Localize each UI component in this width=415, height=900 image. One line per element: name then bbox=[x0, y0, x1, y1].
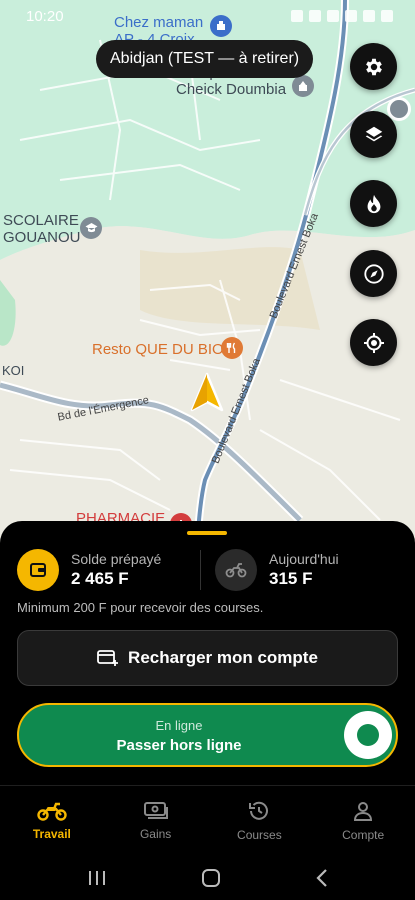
sheet-drag-handle[interactable] bbox=[187, 531, 227, 535]
notification-icon bbox=[291, 10, 303, 22]
place-label-school: SCOLAIRE GOUANOU bbox=[3, 212, 81, 246]
restaurant-pin-icon bbox=[221, 337, 243, 359]
today-earnings-stat[interactable]: Aujourd'hui 315 F bbox=[214, 548, 398, 592]
balance-label: Solde prépayé bbox=[71, 551, 162, 567]
system-nav-bar bbox=[0, 855, 415, 900]
gear-icon bbox=[365, 58, 382, 75]
recent-apps-icon[interactable] bbox=[87, 869, 107, 887]
stats-divider bbox=[200, 550, 201, 590]
wallet-badge bbox=[17, 549, 59, 591]
driver-location-arrow-icon bbox=[190, 372, 224, 412]
stats-row: Solde prépayé 2 465 F Aujourd'hui 315 F bbox=[17, 548, 398, 592]
compass-button[interactable] bbox=[350, 250, 397, 297]
layers-icon bbox=[365, 126, 382, 141]
motorbike-badge bbox=[214, 549, 257, 591]
tab-travail[interactable]: Travail bbox=[0, 792, 104, 850]
settings-button[interactable] bbox=[350, 43, 397, 90]
tab-courses[interactable]: Courses bbox=[208, 792, 312, 850]
tab-label-gains: Gains bbox=[139, 827, 172, 841]
place-label-resto: Resto QUE DU BIO bbox=[92, 341, 224, 358]
alarm-icon bbox=[309, 10, 321, 22]
today-value: 315 F bbox=[268, 569, 313, 588]
bottom-tab-bar: Travail Gains Courses Compte bbox=[0, 792, 415, 850]
home-icon[interactable] bbox=[200, 867, 222, 889]
motorbike-icon bbox=[225, 563, 247, 578]
back-icon[interactable] bbox=[315, 868, 329, 888]
recenter-button[interactable] bbox=[350, 319, 397, 366]
mute-icon bbox=[327, 10, 339, 22]
signal-icon bbox=[363, 10, 375, 22]
map-layers-button[interactable] bbox=[350, 111, 397, 158]
cash-icon bbox=[143, 802, 168, 819]
today-label: Aujourd'hui bbox=[268, 551, 339, 567]
toggle-knob[interactable] bbox=[344, 711, 392, 759]
online-status-text: En ligne bbox=[155, 718, 203, 733]
tabbar-divider bbox=[0, 785, 415, 786]
status-icons bbox=[291, 10, 393, 22]
flame-icon bbox=[367, 194, 380, 213]
status-bar: 10:20 bbox=[0, 0, 415, 32]
tab-label-courses: Courses bbox=[237, 828, 282, 842]
online-status-toggle[interactable]: En ligne Passer hors ligne bbox=[17, 703, 398, 767]
wallet-icon bbox=[30, 563, 46, 577]
driver-bottom-sheet: Solde prépayé 2 465 F Aujourd'hui 315 F … bbox=[0, 521, 415, 900]
city-label-pill: Abidjan (TEST — à retirer) bbox=[96, 40, 314, 78]
place-label-koi: KOI bbox=[2, 363, 25, 378]
status-time: 10:20 bbox=[26, 7, 64, 25]
tab-gains[interactable]: Gains bbox=[104, 792, 208, 850]
tab-label-travail: Travail bbox=[32, 827, 71, 841]
school-pin-icon bbox=[80, 217, 102, 239]
recharge-label: Recharger mon compte bbox=[128, 648, 318, 667]
tab-label-compte: Compte bbox=[342, 828, 385, 842]
wifi-icon bbox=[345, 10, 357, 22]
mosque-pin-icon bbox=[292, 75, 314, 97]
battery-icon bbox=[381, 10, 393, 22]
recharge-account-button[interactable]: Recharger mon compte bbox=[17, 630, 398, 686]
tab-compte[interactable]: Compte bbox=[311, 792, 415, 850]
user-icon bbox=[354, 802, 373, 821]
minimum-balance-note: Minimum 200 F pour recevoir des courses. bbox=[17, 600, 264, 615]
locate-icon bbox=[363, 332, 384, 353]
balance-stat[interactable]: Solde prépayé 2 465 F bbox=[17, 548, 200, 592]
motorbike-icon bbox=[37, 802, 67, 821]
card-add-icon bbox=[97, 650, 119, 666]
balance-value: 2 465 F bbox=[71, 569, 129, 588]
compass-icon bbox=[363, 263, 384, 284]
heatmap-button[interactable] bbox=[350, 180, 397, 227]
go-offline-text: Passer hors ligne bbox=[116, 737, 242, 754]
history-icon bbox=[249, 801, 269, 820]
